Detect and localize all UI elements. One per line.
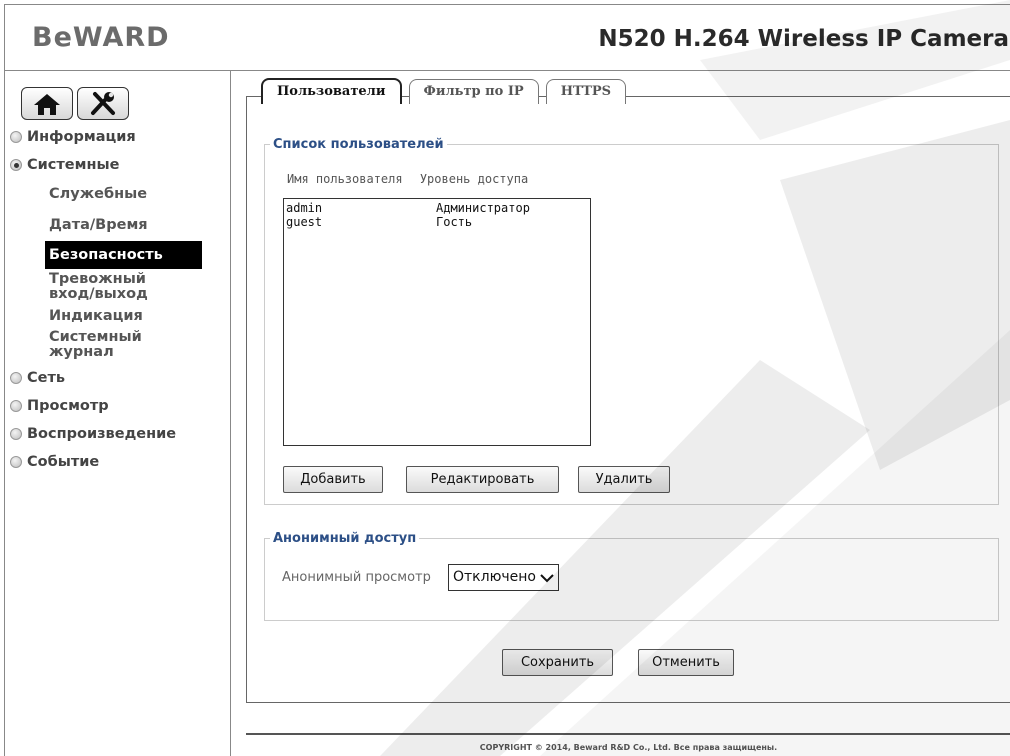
user-name: guest	[286, 215, 323, 229]
user-name: admin	[286, 201, 323, 215]
radio-bullet-icon	[10, 131, 22, 143]
sidebar-item-info[interactable]: Информация	[5, 123, 231, 151]
quick-buttons	[21, 87, 129, 120]
app-frame: BeWARD N520 H.264 Wireless IP Camera Инф…	[4, 4, 1010, 756]
tab-https[interactable]: HTTPS	[545, 79, 627, 104]
settings-button[interactable]	[77, 87, 129, 120]
tab-bar: Пользователи Фильтр по IP HTTPS	[261, 78, 633, 105]
tab-ip-filter[interactable]: Фильтр по IP	[408, 79, 539, 104]
anonymous-view-label: Анонимный просмотр	[282, 570, 431, 585]
tab-users[interactable]: Пользователи	[261, 78, 402, 104]
select-value: Отключено	[453, 569, 536, 585]
sidebar-subitem-alarm-io[interactable]: Тревожный вход/выход	[5, 269, 155, 305]
main-content: Пользователи Фильтр по IP HTTPS Список п…	[232, 71, 1010, 756]
list-item[interactable]: guest Гость	[286, 215, 588, 229]
settings-panel: Пользователи Фильтр по IP HTTPS Список п…	[246, 78, 1010, 703]
sidebar-item-view[interactable]: Просмотр	[5, 392, 231, 420]
sidebar-item-playback[interactable]: Воспроизведение	[5, 420, 231, 448]
users-legend: Список пользователей	[273, 137, 444, 152]
tools-icon	[91, 91, 115, 115]
anonymous-fieldset: Анонимный доступ Анонимный просмотр Откл…	[264, 531, 999, 621]
sidebar-item-label: Информация	[27, 129, 136, 145]
user-level: Гость	[436, 215, 473, 229]
radio-bullet-icon	[10, 400, 22, 412]
column-header-level: Уровень доступа	[419, 172, 529, 186]
sidebar-item-label: Воспроизведение	[27, 426, 177, 442]
sidebar-item-network[interactable]: Сеть	[5, 364, 231, 392]
sidebar-nav: Информация Системные Служебные Дата/Врем…	[5, 123, 231, 476]
sidebar-subitem-datetime[interactable]: Дата/Время	[5, 210, 231, 241]
sidebar-item-label: Просмотр	[27, 398, 109, 414]
brand-logo: BeWARD	[32, 22, 170, 53]
sidebar-subitem-syslog[interactable]: Системный журнал	[5, 327, 145, 364]
list-item[interactable]: admin Администратор	[286, 201, 588, 215]
camera-title: N520 H.264 Wireless IP Camera	[598, 26, 1009, 52]
chevron-down-icon	[540, 573, 554, 582]
radio-bullet-icon	[10, 428, 22, 440]
anonymous-view-select[interactable]: Отключено	[448, 564, 559, 591]
save-button[interactable]: Сохранить	[502, 649, 613, 676]
cancel-button[interactable]: Отменить	[638, 649, 734, 676]
user-level: Администратор	[436, 201, 530, 215]
home-icon	[34, 93, 60, 115]
sidebar: Информация Системные Служебные Дата/Врем…	[5, 71, 231, 756]
delete-user-button[interactable]: Удалить	[578, 466, 670, 493]
radio-bullet-icon	[10, 372, 22, 384]
sidebar-subitem-indication[interactable]: Индикация	[5, 305, 231, 327]
sidebar-subitem-security[interactable]: Безопасность	[45, 241, 202, 269]
users-listbox[interactable]: admin Администратор guest Гость	[283, 198, 591, 446]
footer-divider	[246, 733, 1010, 735]
sidebar-item-label: Сеть	[27, 370, 66, 386]
home-button[interactable]	[21, 87, 73, 120]
sidebar-item-system[interactable]: Системные	[5, 151, 231, 179]
radio-bullet-icon	[10, 456, 22, 468]
sidebar-item-label: Событие	[27, 454, 100, 470]
radio-bullet-selected-icon	[10, 159, 22, 171]
column-header-name: Имя пользователя	[287, 172, 403, 186]
anonymous-legend: Анонимный доступ	[273, 531, 417, 546]
sidebar-item-label: Системные	[27, 157, 120, 173]
add-user-button[interactable]: Добавить	[283, 466, 383, 493]
sidebar-subitem-service[interactable]: Служебные	[5, 179, 231, 210]
copyright-text: COPYRIGHT © 2014, Beward R&D Co., Ltd. В…	[479, 743, 778, 752]
users-fieldset: Список пользователей Имя пользователя Ур…	[264, 137, 999, 505]
edit-user-button[interactable]: Редактировать	[406, 466, 559, 493]
users-column-headers: Имя пользователя Уровень доступа	[287, 172, 528, 186]
sidebar-item-event[interactable]: Событие	[5, 448, 231, 476]
header: BeWARD N520 H.264 Wireless IP Camera	[5, 5, 1010, 71]
